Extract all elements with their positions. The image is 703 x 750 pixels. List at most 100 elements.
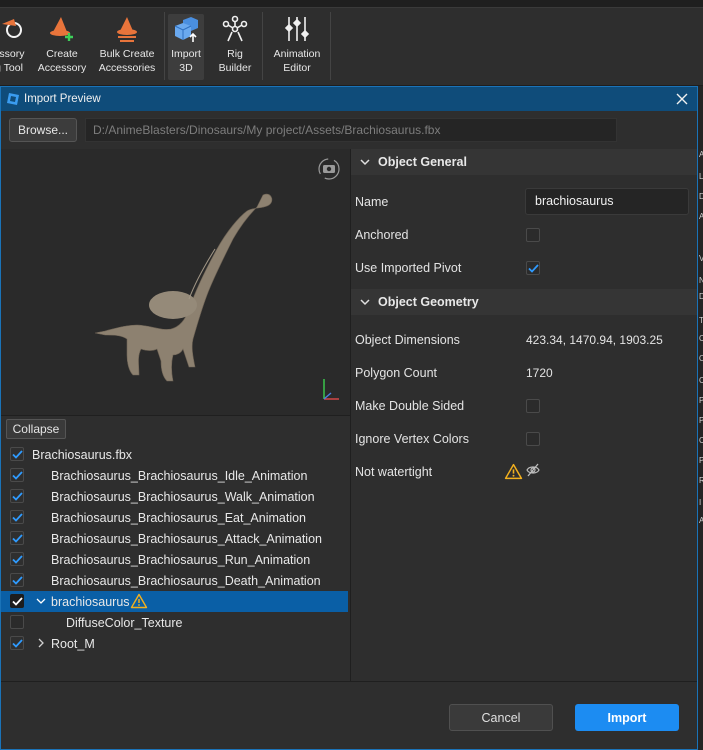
anchored-checkbox[interactable] [526,228,540,242]
viewport-divider [1,415,350,416]
tree-row-idle-animation[interactable]: Brachiosaurus_Brachiosaurus_Idle_Animati… [1,465,350,486]
checkmark-icon [11,533,23,543]
include-checkbox[interactable] [10,615,24,629]
property-label: Not watertight [355,465,433,479]
section-title: Object General [378,155,467,169]
import-button[interactable]: Import [575,704,679,731]
create-accessory-button[interactable]: Create Accessory [36,14,88,80]
animation-editor-button[interactable]: Animation Editor [268,14,326,80]
use-imported-pivot-checkbox[interactable] [526,261,540,275]
tree-row-eat-animation[interactable]: Brachiosaurus_Brachiosaurus_Eat_Animatio… [1,507,350,528]
ribbon-label-line1: Rig [227,48,243,60]
tree-row-brachiosaurus-mesh[interactable]: brachiosaurus [1,591,348,612]
name-input[interactable]: brachiosaurus [525,188,689,215]
clipped-char: T [699,316,703,325]
property-label: Anchored [355,228,409,242]
reset-camera-icon[interactable] [318,158,340,180]
import-hierarchy-tree: Brachiosaurus.fbx Brachiosaurus_Brachios… [1,444,350,654]
chevron-right-icon [38,638,44,648]
file-path-field[interactable]: D:/AnimeBlasters/Dinosaurs/My project/As… [85,118,617,142]
tree-row-root-m[interactable]: Root_M [1,633,350,654]
property-label: Name [355,195,389,209]
include-checkbox[interactable] [10,573,24,587]
animation-editor-icon [282,14,312,44]
section-object-geometry[interactable]: Object Geometry [351,289,697,315]
browse-button[interactable]: Browse... [9,118,77,142]
clipped-char: P [699,416,703,425]
section-object-general[interactable]: Object General [351,149,697,175]
ribbon-tab-strip [0,0,703,8]
warning-icon[interactable] [504,463,523,480]
dialog-titlebar[interactable]: Import Preview [1,87,697,111]
tree-row-run-animation[interactable]: Brachiosaurus_Brachiosaurus_Run_Animatio… [1,549,350,570]
checkmark-icon [11,638,23,648]
ribbon-label-line2: Accessory [37,62,87,74]
property-use-imported-pivot: Use Imported Pivot [351,252,697,285]
tree-item-label: Brachiosaurus_Brachiosaurus_Eat_Animatio… [51,510,307,525]
include-checkbox[interactable] [10,447,24,461]
expand-toggle[interactable] [36,596,46,606]
bulk-create-accessories-button[interactable]: Bulk Create Accessories [96,14,158,80]
tree-row-attack-animation[interactable]: Brachiosaurus_Brachiosaurus_Attack_Anima… [1,528,350,549]
ribbon-separator [164,12,165,80]
property-object-dimensions: Object Dimensions 423.34, 1470.94, 1903.… [351,324,697,357]
include-checkbox[interactable] [10,531,24,545]
property-make-double-sided: Make Double Sided [351,390,697,423]
section-title: Object Geometry [378,295,479,309]
ribbon-separator [330,12,331,80]
property-label: Make Double Sided [355,399,465,413]
dimensions-value: 423.34, 1470.94, 1903.25 [526,333,663,347]
property-polygon-count: Polygon Count 1720 [351,357,697,390]
dialog-title: Import Preview [24,93,101,105]
ribbon-label-line2: 3D [179,62,193,74]
axis-gizmo [323,379,339,400]
property-name: Name brachiosaurus [351,186,697,219]
tree-row-fbx-file[interactable]: Brachiosaurus.fbx [1,444,350,465]
tree-item-label: Brachiosaurus.fbx [32,447,133,462]
chevron-down-icon [359,296,371,308]
rig-builder-button[interactable]: Rig Builder [212,14,258,80]
include-checkbox[interactable] [10,489,24,503]
accessory-fitting-tool-button[interactable]: essory g Tool [0,14,26,80]
include-checkbox[interactable] [10,636,24,650]
tree-row-diffuse-texture[interactable]: DiffuseColor_Texture [1,612,350,633]
ignore-vertex-colors-checkbox[interactable] [526,432,540,446]
checkmark-icon [11,554,23,564]
model-preview-viewport[interactable] [1,149,350,415]
include-checkbox[interactable] [10,594,24,608]
warning-icon[interactable] [130,593,148,609]
checkmark-icon [527,263,539,273]
property-label: Ignore Vertex Colors [355,432,469,446]
chevron-down-icon [36,598,46,604]
clipped-char: A [699,516,703,525]
checkmark-icon [11,449,23,459]
close-button[interactable] [673,90,691,108]
accessory-fitting-icon [0,14,24,44]
tree-row-walk-animation[interactable]: Brachiosaurus_Brachiosaurus_Walk_Animati… [1,486,350,507]
tree-row-death-animation[interactable]: Brachiosaurus_Brachiosaurus_Death_Animat… [1,570,350,591]
tree-item-label: DiffuseColor_Texture [66,615,183,630]
expand-toggle[interactable] [36,638,46,648]
close-icon [676,93,688,105]
file-path-bar: Browse... D:/AnimeBlasters/Dinosaurs/My … [1,111,697,149]
dialog-footer: Cancel Import [1,681,697,749]
clipped-char: R [699,476,703,485]
clipped-char: C [699,376,703,385]
collapse-button[interactable]: Collapse [6,419,66,439]
brachiosaurus-model-render [94,158,340,400]
include-checkbox[interactable] [10,510,24,524]
include-checkbox[interactable] [10,468,24,482]
clipped-char: V [699,254,703,263]
clipped-char: N [699,276,703,285]
clipped-char: D [699,192,703,201]
include-checkbox[interactable] [10,552,24,566]
rig-builder-icon [220,14,250,44]
cancel-button[interactable]: Cancel [449,704,553,731]
tree-item-label: Brachiosaurus_Brachiosaurus_Death_Animat… [51,573,321,588]
import-3d-button[interactable]: Import 3D [168,14,204,80]
visibility-off-icon[interactable] [525,462,541,478]
make-double-sided-checkbox[interactable] [526,399,540,413]
property-ignore-vertex-colors: Ignore Vertex Colors [351,423,697,456]
property-label: Object Dimensions [355,333,460,347]
import-preview-dialog: Import Preview Browse... D:/AnimeBlaster… [0,86,698,750]
